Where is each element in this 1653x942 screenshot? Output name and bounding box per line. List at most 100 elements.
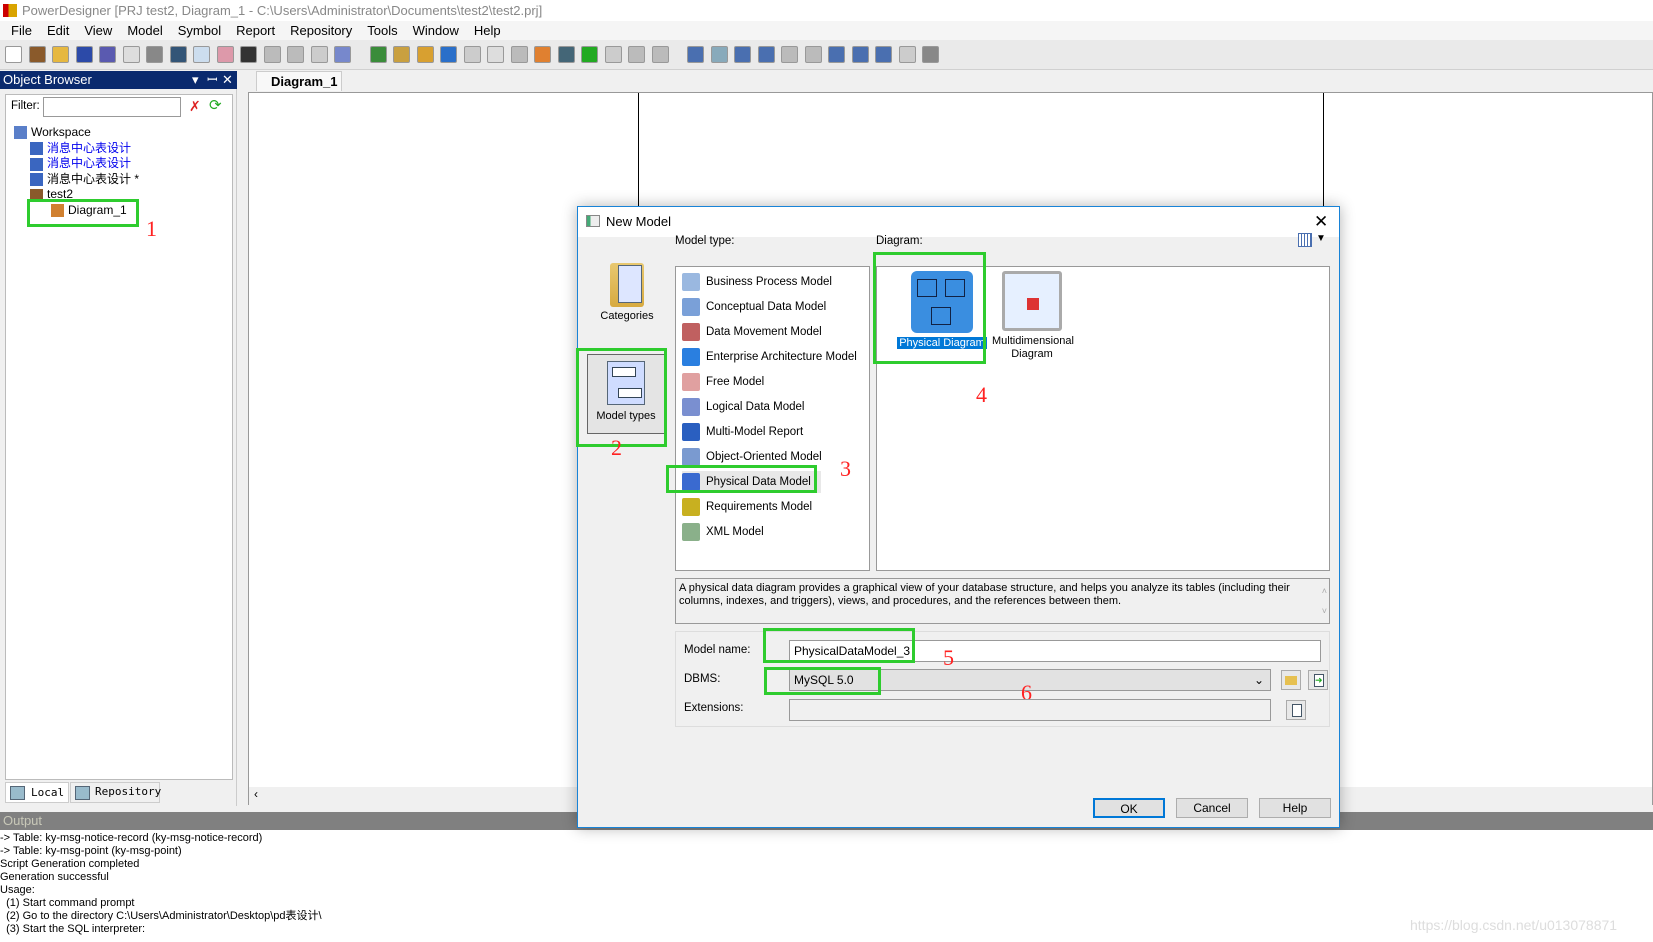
toolbar-button-icon[interactable] [393,46,410,63]
diagram-list[interactable]: Physical Diagram Multidimensional Diagra… [876,266,1330,571]
annotation-3: 3 [840,456,851,481]
menu-window[interactable]: Window [409,21,463,40]
toolbar-button-icon[interactable] [581,46,598,63]
menu-symbol[interactable]: Symbol [174,21,225,40]
tree-item[interactable]: 消息中心表设计 [30,156,131,171]
cancel-button[interactable]: Cancel [1176,798,1248,818]
model-type-item[interactable]: Data Movement Model [682,321,822,343]
tree-item[interactable]: 消息中心表设计 * [30,172,139,187]
ok-button[interactable]: OK [1093,798,1165,818]
menu-view[interactable]: View [80,21,116,40]
close-icon[interactable]: ✕ [222,71,233,89]
view-mode-icon[interactable] [1298,233,1312,247]
extensions-field[interactable] [789,699,1271,721]
output-line: (1) Start command prompt [0,897,135,909]
model-type-item[interactable]: XML Model [682,521,764,543]
app-icon [3,4,17,17]
toolbar-button-icon[interactable] [310,46,328,63]
toolbar-button-icon[interactable] [557,46,575,63]
tab-local[interactable]: Local [5,782,69,803]
toolbar-button-icon[interactable] [534,46,551,63]
toolbar-button-icon[interactable] [628,46,645,63]
toolbar-button-icon[interactable] [240,46,257,63]
tab-diagram-1[interactable]: Diagram_1 [256,71,342,91]
tree-item[interactable]: Diagram_1 [51,203,127,218]
model-type-item[interactable]: Logical Data Model [682,396,804,418]
model-type-icon [682,422,700,441]
diagram-item-multidimensional[interactable]: Multidimensional Diagram [987,271,1077,361]
toolbar-button-icon[interactable] [122,46,140,63]
toolbar-button-icon[interactable] [487,46,504,63]
toolbar-button-icon[interactable] [193,46,210,63]
toolbar-button-icon[interactable] [334,46,351,63]
tree-item[interactable]: Workspace [14,125,91,140]
refresh-icon[interactable]: ⟳ [209,96,222,114]
model-type-item[interactable]: Requirements Model [682,496,812,518]
toolbar-button-icon[interactable] [416,46,434,63]
toolbar-button-icon[interactable] [287,46,304,63]
model-type-item[interactable]: Object-Oriented Model [682,446,822,468]
model-name-input[interactable] [789,640,1321,662]
toolbar [0,40,1653,70]
toolbar-button-icon[interactable] [757,46,775,63]
select-extensions-button[interactable] [1286,700,1306,720]
output-line: Usage: [0,884,35,896]
menu-repository[interactable]: Repository [286,21,356,40]
tree-item[interactable]: test2 [30,187,73,202]
chevron-down-icon[interactable]: ▼ [1316,233,1326,244]
help-button[interactable]: Help [1259,798,1331,818]
model-type-list[interactable]: Business Process Model Conceptual Data Mo… [675,266,870,571]
menu-tools[interactable]: Tools [363,21,401,40]
model-type-item[interactable]: Conceptual Data Model [682,296,826,318]
categories-button[interactable]: Categories [588,257,666,327]
model-type-item[interactable]: Physical Data Model [682,471,821,493]
toolbar-button-icon[interactable] [440,46,457,63]
toolbar-button-icon[interactable] [28,46,46,63]
toolbar-button-icon[interactable] [651,46,669,63]
toolbar-button-icon[interactable] [828,46,845,63]
model-type-item[interactable]: Enterprise Architecture Model [682,346,857,368]
description-scrollbar[interactable]: ˄ ˅ [1322,581,1327,621]
toolbar-button-icon[interactable] [369,46,387,63]
toolbar-button-icon[interactable] [146,46,163,63]
toolbar-button-icon[interactable] [99,46,116,63]
tree-item[interactable]: 消息中心表设计 [30,141,131,156]
toolbar-button-icon[interactable] [781,46,798,63]
filter-input[interactable] [43,97,181,117]
toolbar-button-icon[interactable] [75,46,93,63]
pin-icon[interactable]: ꟷ [207,71,218,89]
workspace-icon [14,126,27,140]
toolbar-button-icon[interactable] [463,46,481,63]
toolbar-button-icon[interactable] [5,46,22,63]
browse-folder-button[interactable] [1281,670,1301,690]
toolbar-button-icon[interactable] [875,46,892,63]
toolbar-button-icon[interactable] [898,46,916,63]
menu-file[interactable]: File [7,21,36,40]
tab-repository[interactable]: Repository [70,782,161,803]
output-line: Generation successful [0,871,109,883]
menu-help[interactable]: Help [470,21,505,40]
toolbar-button-icon[interactable] [510,46,528,63]
menu-model[interactable]: Model [123,21,166,40]
toolbar-button-icon[interactable] [169,46,187,63]
toolbar-button-icon[interactable] [922,46,939,63]
toolbar-button-icon[interactable] [710,46,728,63]
menu-report[interactable]: Report [232,21,279,40]
model-types-button[interactable]: Model types [587,354,665,434]
toolbar-button-icon[interactable] [604,46,622,63]
model-type-item[interactable]: Multi-Model Report [682,421,803,443]
toolbar-button-icon[interactable] [263,46,281,63]
toolbar-button-icon[interactable] [851,46,869,63]
clear-filter-icon[interactable]: ✗ [189,98,201,115]
toolbar-button-icon[interactable] [804,46,822,63]
model-type-item[interactable]: Business Process Model [682,271,832,293]
menu-edit[interactable]: Edit [43,21,73,40]
toolbar-button-icon[interactable] [687,46,704,63]
import-dbms-button[interactable]: ➜ [1308,670,1328,690]
diagram-item-physical[interactable]: Physical Diagram [887,271,997,349]
toolbar-button-icon[interactable] [734,46,751,63]
toolbar-button-icon[interactable] [52,46,69,63]
dropdown-icon[interactable]: ▾ [192,71,199,89]
toolbar-button-icon[interactable] [216,46,234,63]
model-type-item[interactable]: Free Model [682,371,764,393]
